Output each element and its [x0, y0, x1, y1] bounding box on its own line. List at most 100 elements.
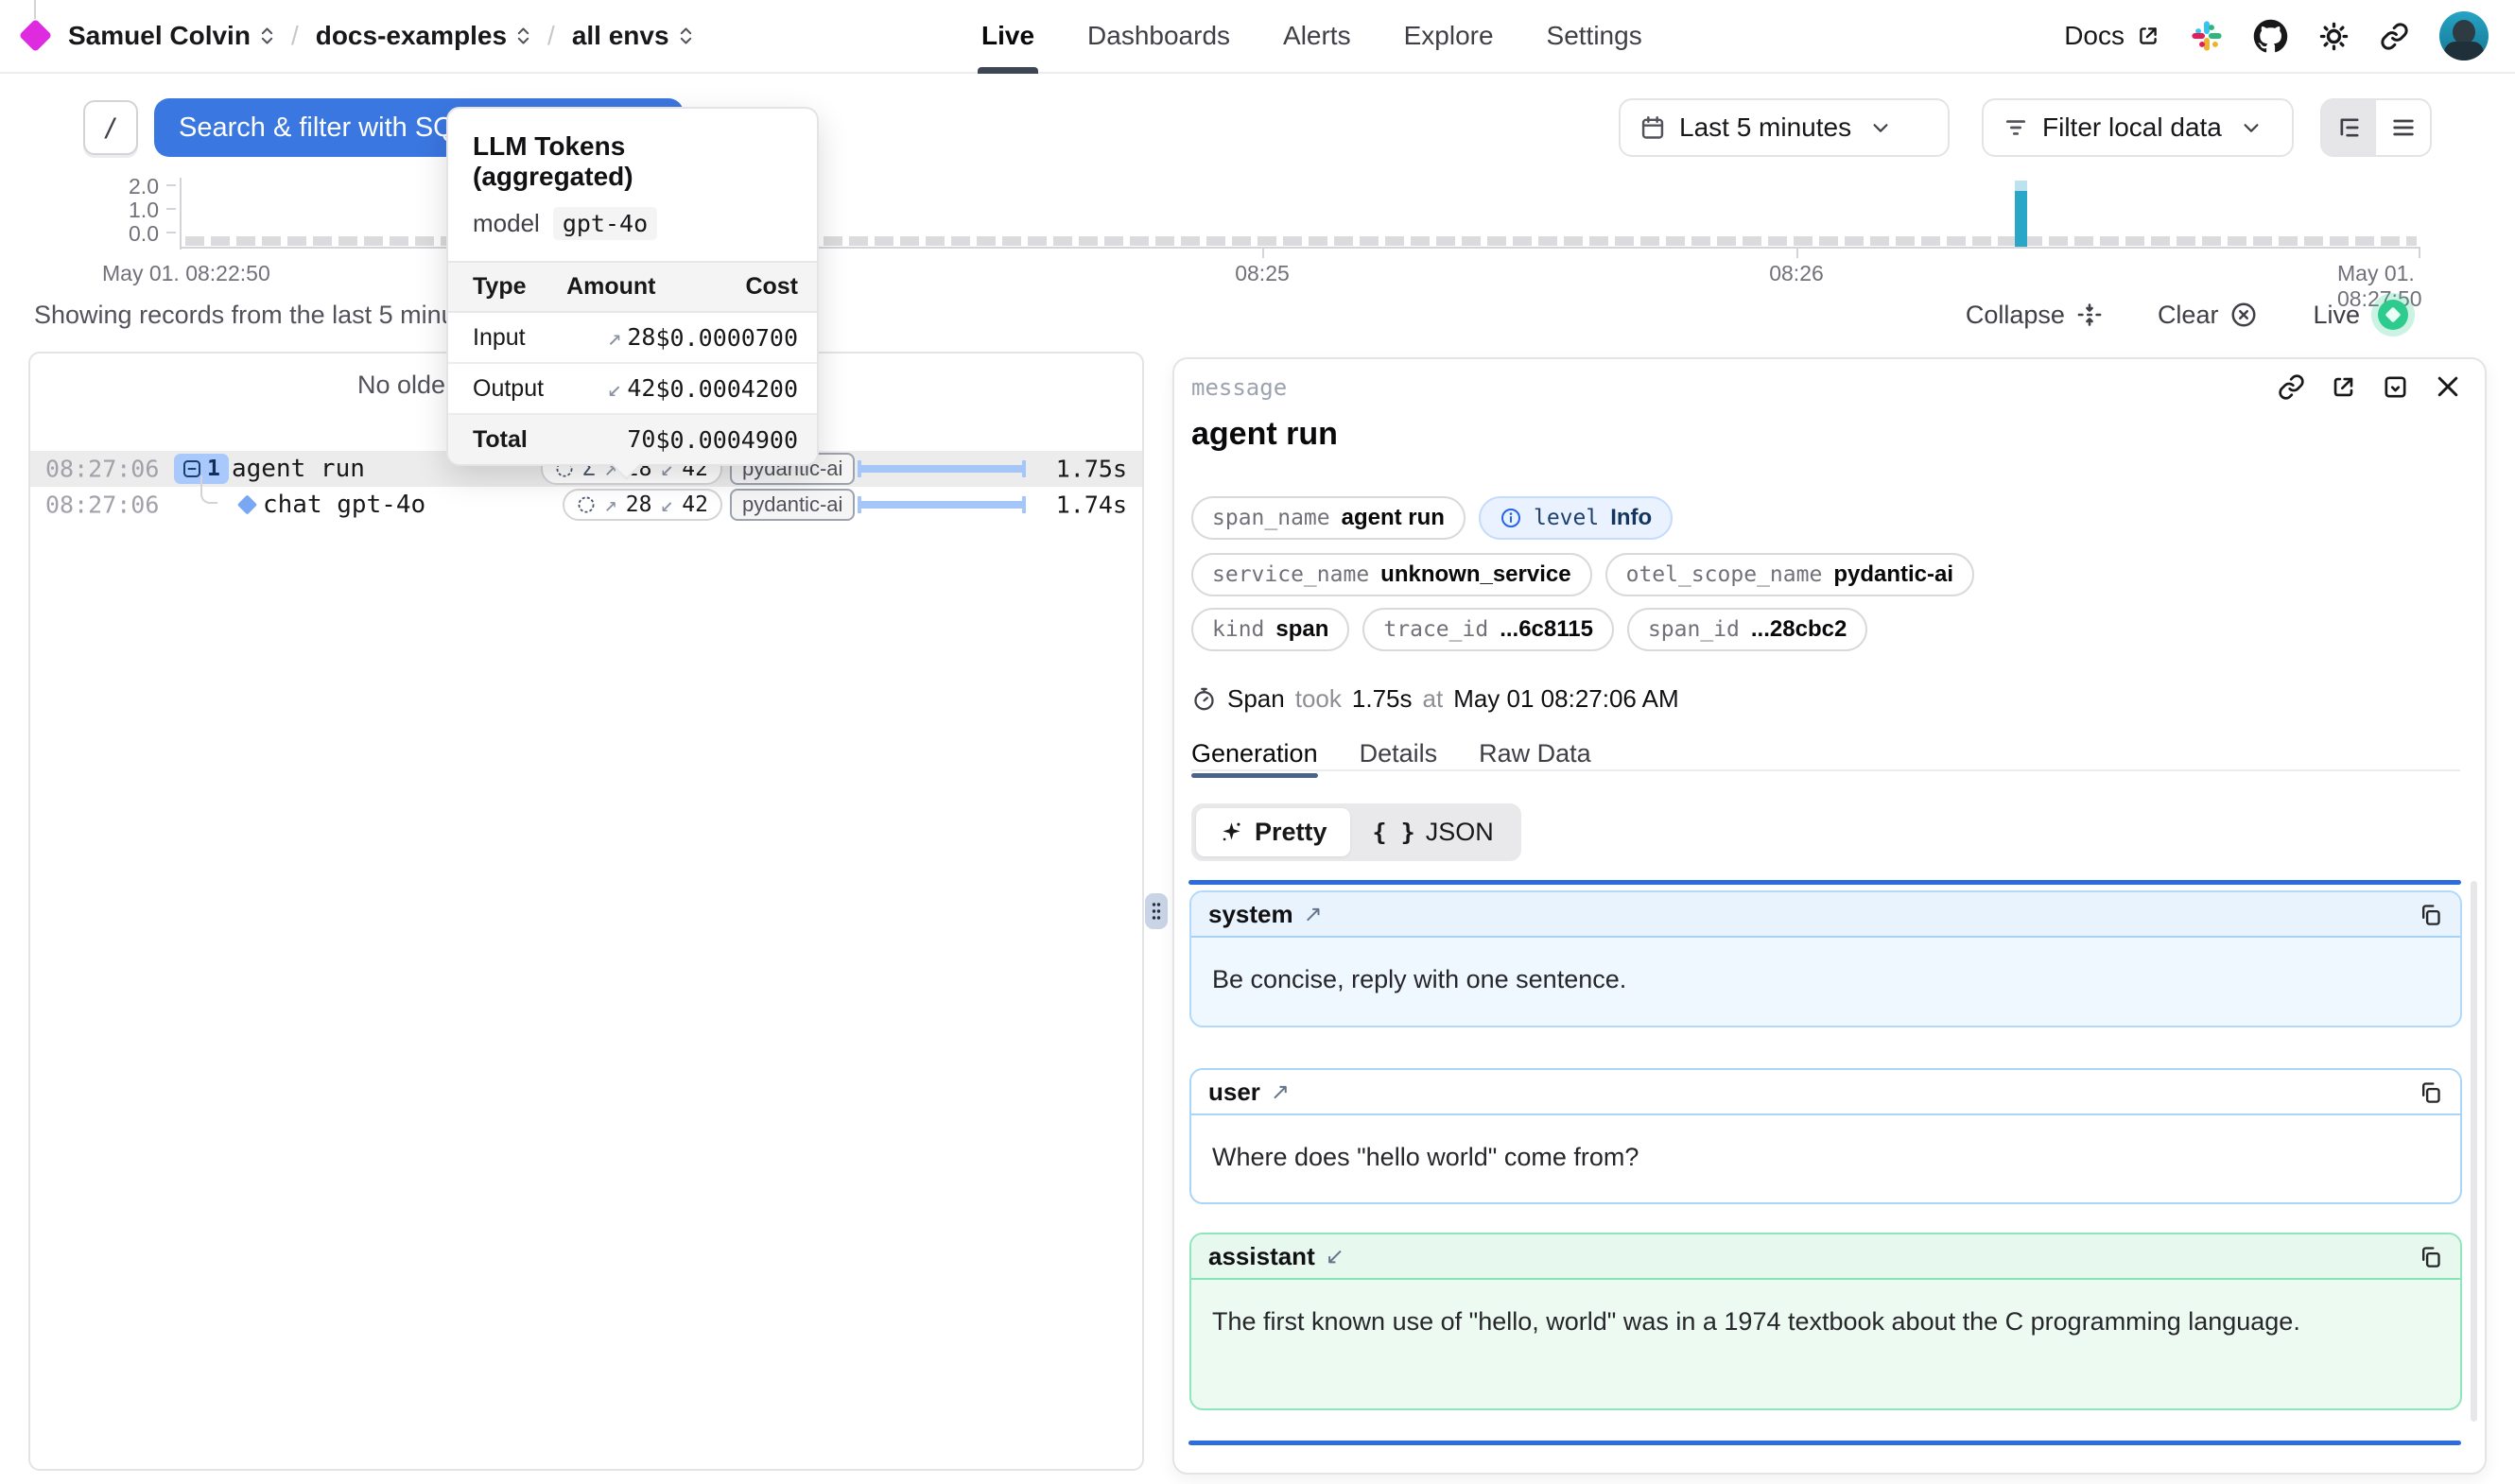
- live-toggle[interactable]: Live: [2313, 293, 2415, 336]
- col-cost: Cost: [655, 261, 817, 313]
- collapse-button[interactable]: Collapse: [1966, 301, 2103, 330]
- flat-list-view-button[interactable]: [2376, 100, 2430, 155]
- user-avatar[interactable]: [2439, 11, 2489, 60]
- tab-alerts[interactable]: Alerts: [1283, 0, 1351, 72]
- pill-level[interactable]: levelInfo: [1479, 496, 1673, 540]
- close-icon[interactable]: [2434, 372, 2462, 401]
- tree-connector-line: [200, 475, 217, 504]
- slack-icon[interactable]: [2191, 20, 2223, 52]
- x-label-start: May 01. 08:22:50: [102, 261, 270, 286]
- pretty-json-toggle: Pretty { } JSON: [1191, 803, 1521, 861]
- pill-span-id[interactable]: span_id...28cbc2: [1627, 608, 1867, 651]
- pill-kind[interactable]: kindspan: [1191, 608, 1349, 651]
- breadcrumb-env[interactable]: all envs: [572, 21, 693, 51]
- stopwatch-icon: [1191, 686, 1217, 712]
- tree-view-icon: [2336, 114, 2363, 141]
- detail-tabs: Generation Details Raw Data: [1191, 735, 1591, 771]
- tab-dashboards[interactable]: Dashboards: [1087, 0, 1230, 72]
- tab-settings[interactable]: Settings: [1547, 0, 1642, 72]
- input-arrow-icon: ↗: [604, 492, 617, 517]
- json-view-button[interactable]: { } JSON: [1350, 808, 1517, 856]
- y-tick-1: 1.0: [102, 198, 159, 223]
- docs-label: Docs: [2064, 21, 2125, 51]
- message-card-system: system ↗ Be concise, reply with one sent…: [1189, 890, 2462, 1027]
- duration-value: 1.75s: [1056, 456, 1127, 483]
- tab-generation[interactable]: Generation: [1191, 735, 1318, 771]
- copy-icon[interactable]: [2418, 902, 2443, 927]
- message-body: Where does "hello world" come from?: [1191, 1115, 2460, 1200]
- time-range-select[interactable]: Last 5 minutes: [1619, 98, 1950, 157]
- output-arrow-icon: ↙: [607, 374, 621, 402]
- chevron-down-icon: [2241, 117, 2262, 138]
- filter-local-data-select[interactable]: Filter local data: [1982, 98, 2294, 157]
- scope-tag[interactable]: pydantic-ai: [730, 489, 855, 521]
- logfire-logo-icon[interactable]: [19, 19, 52, 52]
- direction-arrow-icon: ↗: [1304, 901, 1323, 928]
- breadcrumb-org[interactable]: Samuel Colvin: [68, 21, 274, 51]
- theme-sun-icon[interactable]: [2318, 21, 2350, 52]
- token-usage-pill[interactable]: ↗28 ↙42: [563, 489, 722, 521]
- tab-explore[interactable]: Explore: [1404, 0, 1494, 72]
- section-divider-bottom: [1188, 1441, 2461, 1445]
- clear-button[interactable]: Clear: [2158, 301, 2259, 330]
- breadcrumb-separator: /: [291, 21, 299, 51]
- output-arrow-icon: ↙: [660, 492, 673, 517]
- list-view-toggle: [2320, 98, 2432, 157]
- open-external-icon[interactable]: [2330, 373, 2357, 401]
- x-tick-mark: [1796, 249, 1798, 258]
- project-name: docs-examples: [316, 21, 507, 51]
- chevron-updown-icon: [516, 25, 530, 47]
- took-word: took: [1295, 684, 1342, 714]
- col-type: Type: [448, 261, 566, 313]
- docs-link[interactable]: Docs: [2064, 21, 2160, 51]
- pretty-view-button[interactable]: Pretty: [1196, 808, 1350, 856]
- panel-resize-handle[interactable]: [1145, 893, 1168, 929]
- pill-service-name[interactable]: service_nameunknown_service: [1191, 553, 1592, 596]
- github-icon[interactable]: [2253, 19, 2288, 54]
- avatar-shoulders: [2444, 42, 2484, 60]
- row-type: Total: [448, 415, 566, 464]
- span-title: agent run: [1191, 416, 1338, 453]
- y-tick-0: 0.0: [102, 221, 159, 247]
- trace-row-chat-gpt-4o[interactable]: 08:27:06 chat gpt-4o ↗28 ↙42 pydantic-ai…: [30, 487, 1142, 523]
- pill-otel-scope-name[interactable]: otel_scope_namepydantic-ai: [1605, 553, 1974, 596]
- nav-right-actions: Docs: [2064, 0, 2489, 72]
- tree-view-button[interactable]: [2322, 100, 2376, 155]
- y-tick-2: 2.0: [102, 174, 159, 199]
- attribute-pills-row-3: kindspan trace_id...6c8115 span_id...28c…: [1191, 608, 1867, 651]
- share-link-icon[interactable]: [2380, 22, 2409, 51]
- top-nav: Samuel Colvin / docs-examples / all envs…: [0, 0, 2515, 74]
- direction-arrow-icon: ↙: [1326, 1243, 1344, 1270]
- breadcrumb-project[interactable]: docs-examples: [316, 21, 530, 51]
- message-body: Be concise, reply with one sentence.: [1191, 938, 2460, 1023]
- chevron-updown-icon: [679, 25, 693, 47]
- dock-panel-icon[interactable]: [2382, 373, 2409, 401]
- pill-trace-id[interactable]: trace_id...6c8115: [1362, 608, 1614, 651]
- clear-circle-x-icon: [2229, 301, 2258, 329]
- collapse-label: Collapse: [1966, 301, 2065, 330]
- external-link-icon: [2136, 24, 2160, 48]
- tab-live[interactable]: Live: [981, 0, 1034, 72]
- copy-icon[interactable]: [2418, 1079, 2443, 1105]
- message-body: The first known use of "hello, world" wa…: [1191, 1280, 2460, 1365]
- copy-icon[interactable]: [2418, 1244, 2443, 1269]
- table-row-output: Output ↙42 $0.0004200: [448, 364, 817, 415]
- row-type: Input: [448, 313, 566, 364]
- tab-raw-data[interactable]: Raw Data: [1479, 735, 1591, 771]
- copy-link-icon[interactable]: [2278, 373, 2305, 401]
- role-label: user: [1208, 1078, 1260, 1107]
- chart-record-bar[interactable]: [2015, 191, 2027, 247]
- pill-span-name[interactable]: span_nameagent run: [1191, 496, 1466, 540]
- span-diamond-icon: [237, 494, 257, 514]
- y-tick-mark: [166, 232, 176, 233]
- tab-details[interactable]: Details: [1360, 735, 1438, 771]
- row-cost: $0.0004200: [655, 364, 817, 415]
- token-coin-icon: [577, 495, 596, 514]
- panel-scrollbar[interactable]: [2471, 881, 2477, 1422]
- span-word: Span: [1227, 684, 1285, 714]
- tabs-underline-rule: [1191, 769, 2460, 771]
- calendar-icon: [1639, 114, 1666, 141]
- role-label: system: [1208, 900, 1293, 929]
- col-amount: Amount: [566, 261, 655, 313]
- chevron-updown-icon: [260, 25, 274, 47]
